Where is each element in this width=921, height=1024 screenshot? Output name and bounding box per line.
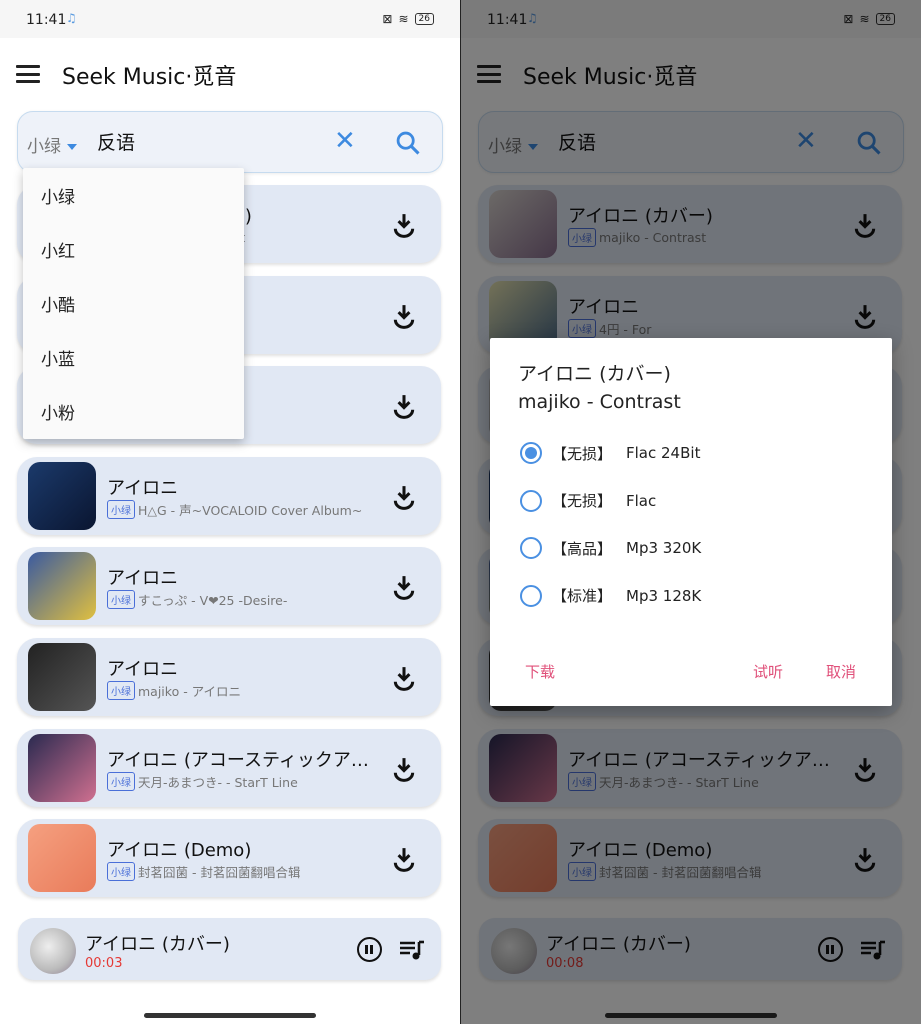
search-bar: 小绿 ✕: [17, 111, 443, 173]
album-art: [28, 552, 96, 620]
quality-option[interactable]: 【高品】 Mp3 320K: [520, 533, 701, 563]
song-title: アイロニ: [107, 659, 179, 680]
cancel-button[interactable]: 取消: [826, 661, 856, 682]
home-indicator[interactable]: [144, 1013, 316, 1018]
clear-icon[interactable]: ✕: [334, 126, 356, 156]
source-option[interactable]: 小粉: [23, 385, 244, 439]
menu-icon[interactable]: [16, 65, 40, 83]
radio-button[interactable]: [520, 584, 542, 607]
radio-button[interactable]: [520, 489, 542, 512]
download-button[interactable]: 下载: [525, 661, 555, 682]
source-tag: 小绿: [107, 500, 135, 519]
player-title: アイロニ (カバー): [85, 934, 230, 955]
quality-label: 【无损】: [552, 444, 613, 463]
format-label: Mp3 320K: [626, 539, 702, 557]
source-tag: 小绿: [107, 862, 135, 881]
battery-icon: 26: [414, 13, 434, 25]
source-selector[interactable]: 小绿: [27, 132, 77, 157]
source-option[interactable]: 小绿: [23, 168, 244, 222]
album-art: [28, 643, 96, 711]
source-label: 小绿: [27, 137, 61, 157]
download-icon[interactable]: [391, 756, 417, 786]
source-tag: 小绿: [107, 590, 135, 609]
source-option[interactable]: 小红: [23, 222, 244, 276]
source-dropdown: 小绿 小红 小酷 小蓝 小粉: [23, 168, 244, 439]
search-icon[interactable]: [394, 129, 422, 161]
app-bar: Seek Music·觅音: [0, 38, 460, 110]
song-artist-album: H△G - 声~VOCALOID Cover Album~: [138, 503, 363, 518]
dialog-title: アイロニ (カバー): [518, 363, 671, 385]
quality-dialog: アイロニ (カバー) majiko - Contrast 【无损】 Flac 24Bi…: [490, 338, 892, 706]
sim-off-icon: ⊠: [382, 12, 393, 26]
player-time: 00:03: [85, 956, 123, 971]
quality-label: 【标准】: [552, 587, 613, 605]
format-label: Mp3 128K: [626, 586, 702, 605]
download-icon[interactable]: [391, 484, 417, 514]
song-title: アイロニ (アコースティックア…: [107, 750, 369, 771]
caret-down-icon: [67, 144, 77, 150]
download-icon[interactable]: [391, 846, 417, 876]
song-artist-album: 天月-あまつき- - StarT Line: [138, 775, 298, 790]
source-tag: 小绿: [107, 681, 135, 700]
song-artist-album: すこっぷ - V❤25 -Desire-: [138, 593, 288, 608]
album-art: [28, 824, 96, 892]
album-art: [28, 734, 96, 802]
download-icon[interactable]: [391, 574, 417, 604]
screen-source-dropdown: 11:41 ♫ ⊠ ≋ 26 Seek Music·觅音 小绿 ✕ アイロニ (カバ…: [0, 0, 460, 1024]
quality-option[interactable]: 【标准】 Mp3 128K: [520, 581, 701, 611]
music-note-icon: ♫: [66, 11, 77, 25]
screen-quality-dialog: 11:41 ♫ ⊠≋26 Seek Music·觅音 小绿 ✕ アイロニ (カバ…: [461, 0, 921, 1024]
song-list-item[interactable]: アイロニ (アコースティックア… 小绿天月-あまつき- - StarT Line: [17, 729, 441, 807]
song-title: アイロニ: [107, 568, 179, 589]
playlist-icon[interactable]: [399, 938, 425, 966]
mini-player[interactable]: アイロニ (カバー) 00:03: [18, 918, 441, 980]
format-label: Flac 24Bit: [626, 444, 701, 462]
search-input[interactable]: [97, 130, 297, 152]
album-art: [28, 462, 96, 530]
quality-label: 【高品】: [552, 539, 613, 558]
song-artist-album: majiko - アイロニ: [138, 684, 242, 699]
download-icon[interactable]: [391, 212, 417, 242]
pause-icon[interactable]: [357, 937, 382, 962]
song-artist-album: 封茗囧菌 - 封茗囧菌翻唱合辑: [138, 865, 301, 880]
quality-option[interactable]: 【无损】 Flac: [520, 486, 656, 516]
source-option[interactable]: 小蓝: [23, 331, 244, 385]
song-list-item[interactable]: アイロニ 小绿H△G - 声~VOCALOID Cover Album~: [17, 457, 441, 535]
format-label: Flac: [626, 491, 657, 510]
preview-button[interactable]: 试听: [753, 661, 783, 682]
download-icon[interactable]: [391, 303, 417, 333]
radio-button[interactable]: [520, 537, 542, 559]
download-icon[interactable]: [391, 665, 417, 695]
song-list-item[interactable]: アイロニ (Demo) 小绿封茗囧菌 - 封茗囧菌翻唱合辑: [17, 819, 441, 897]
wifi-icon: ≋: [398, 12, 409, 26]
quality-option[interactable]: 【无损】 Flac 24Bit: [520, 438, 700, 468]
source-option[interactable]: 小酷: [23, 276, 244, 330]
quality-label: 【无损】: [552, 492, 613, 510]
song-title: アイロニ (Demo): [107, 840, 252, 861]
status-bar: 11:41 ♫ ⊠ ≋ 26: [0, 0, 460, 38]
song-list-item[interactable]: アイロニ 小绿すこっぷ - V❤25 -Desire-: [17, 547, 441, 625]
download-icon[interactable]: [391, 393, 417, 423]
song-title: アイロニ: [107, 478, 179, 499]
player-album-art: [30, 928, 76, 974]
status-time: 11:41: [26, 12, 67, 28]
source-tag: 小绿: [107, 772, 135, 791]
radio-button[interactable]: [520, 442, 542, 464]
dialog-subtitle: majiko - Contrast: [518, 391, 681, 413]
app-title: Seek Music·觅音: [62, 65, 237, 90]
song-list-item[interactable]: アイロニ 小绿majiko - アイロニ: [17, 638, 441, 716]
